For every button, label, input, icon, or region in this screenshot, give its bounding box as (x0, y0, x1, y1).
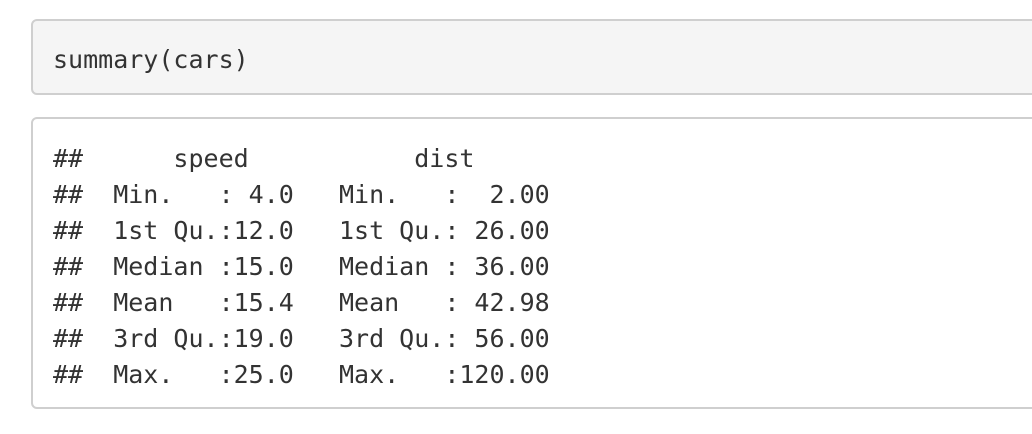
output-line-min: ## Min. : 4.0 Min. : 2.00 (53, 180, 580, 209)
page: summary(cars) ## speed dist ## Min. : 4.… (0, 0, 1032, 434)
output-line-first-quartile: ## 1st Qu.:12.0 1st Qu.: 26.00 (53, 216, 580, 245)
output-text: ## speed dist ## Min. : 4.0 Min. : 2.00 … (53, 141, 580, 393)
output-line-max: ## Max. :25.0 Max. :120.00 (53, 360, 580, 389)
output-block: ## speed dist ## Min. : 4.0 Min. : 2.00 … (31, 117, 1032, 409)
output-line-mean: ## Mean :15.4 Mean : 42.98 (53, 288, 580, 317)
output-line-median: ## Median :15.0 Median : 36.00 (53, 252, 580, 281)
code-text: summary(cars) (53, 45, 249, 74)
output-line-header: ## speed dist (53, 144, 580, 173)
output-line-third-quartile: ## 3rd Qu.:19.0 3rd Qu.: 56.00 (53, 324, 580, 353)
code-block: summary(cars) (31, 19, 1032, 95)
